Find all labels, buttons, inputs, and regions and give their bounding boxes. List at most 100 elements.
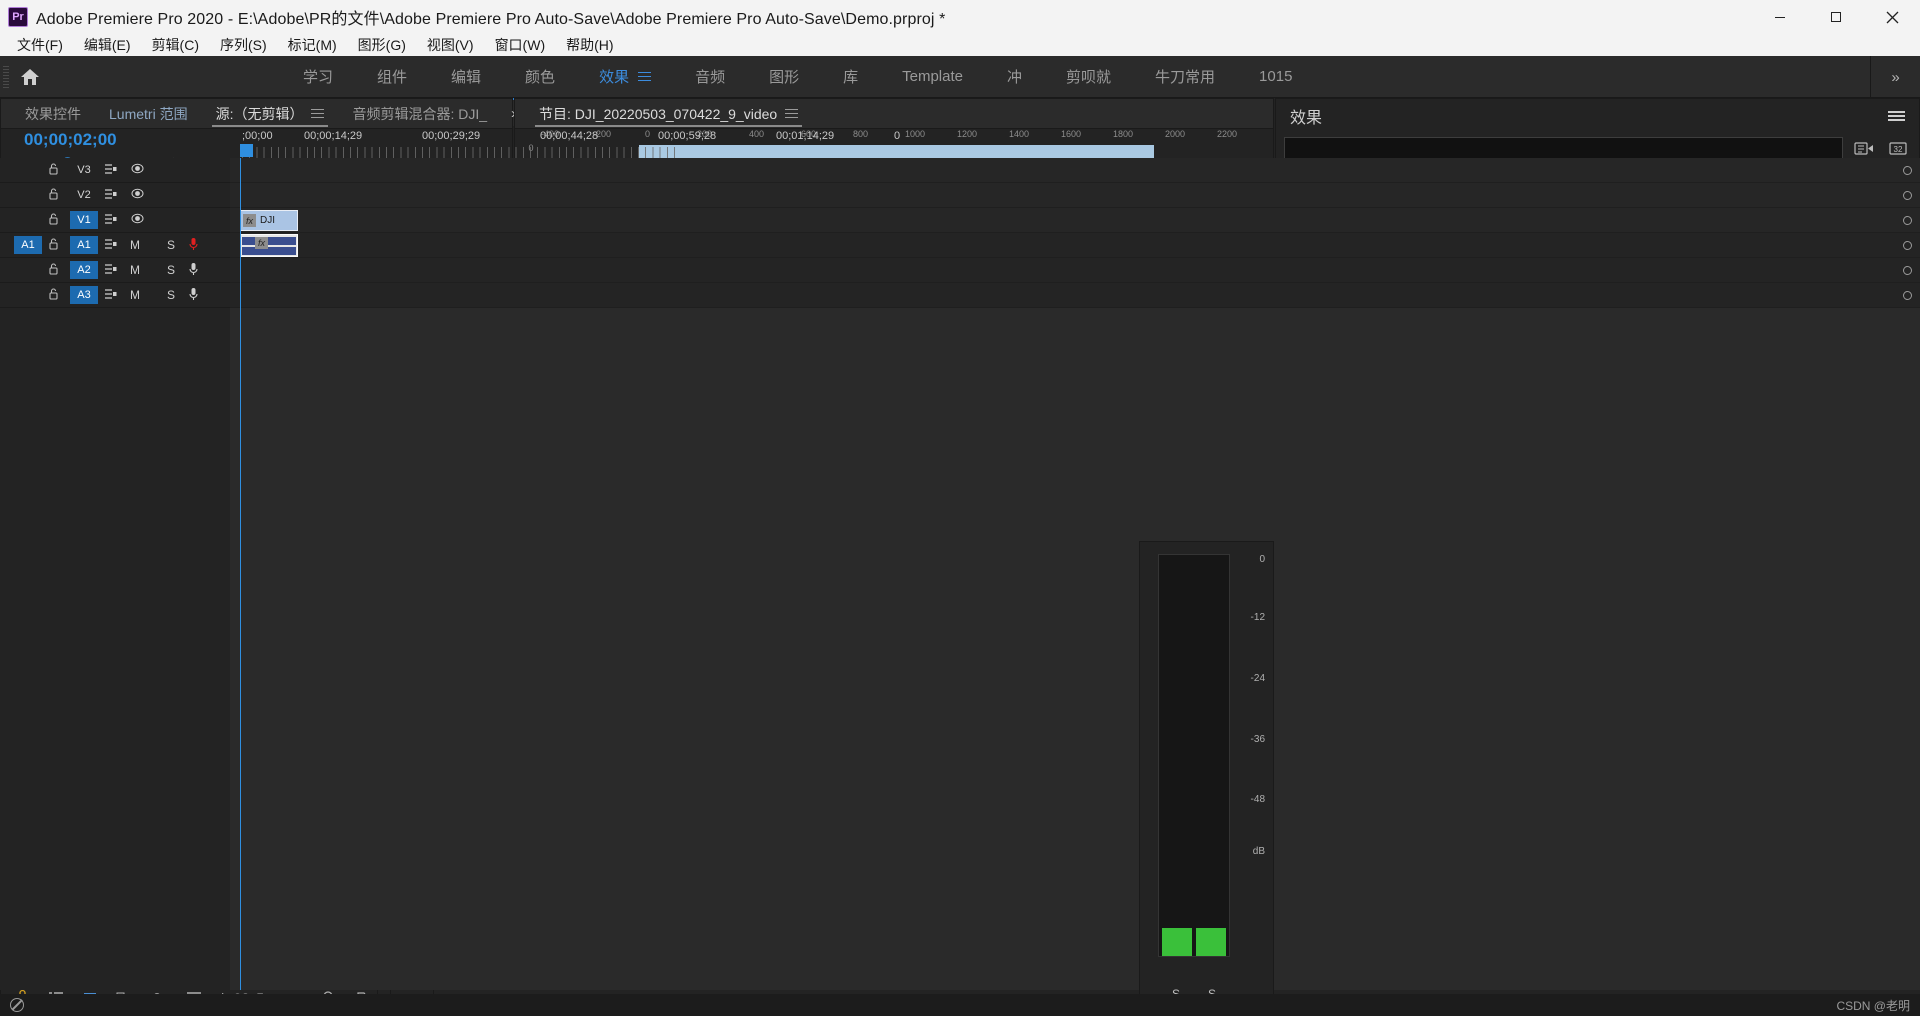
menu-sequence[interactable]: 序列(S) bbox=[211, 34, 276, 56]
workspace-tab-chong[interactable]: 冲 bbox=[985, 56, 1044, 98]
track-name-v2[interactable]: V2 bbox=[70, 186, 98, 204]
home-icon[interactable] bbox=[9, 67, 51, 87]
waveform bbox=[242, 237, 296, 245]
timeline-playhead-timecode[interactable]: 00;00;02;00 bbox=[24, 130, 117, 150]
workspace-tab-libraries[interactable]: 库 bbox=[821, 56, 880, 98]
track-lane-a1[interactable]: fx bbox=[230, 233, 1920, 258]
workspace-tab-template[interactable]: Template bbox=[880, 56, 985, 98]
menu-help[interactable]: 帮助(H) bbox=[557, 34, 622, 56]
track-lane-v1[interactable]: fx DJI bbox=[230, 208, 1920, 233]
track-sync-lock-icon[interactable] bbox=[104, 163, 117, 178]
tab-effect-controls[interactable]: 效果控件 bbox=[11, 99, 95, 129]
timeline-tracks-area[interactable]: fx DJI fx bbox=[230, 158, 1920, 990]
track-keyframe-dot[interactable] bbox=[1903, 191, 1912, 200]
menu-graphics[interactable]: 图形(G) bbox=[349, 34, 415, 56]
workspace-tab-editing[interactable]: 编辑 bbox=[429, 56, 503, 98]
hamburger-icon[interactable] bbox=[785, 106, 799, 121]
track-solo-button[interactable]: S bbox=[167, 238, 175, 252]
track-header-a3[interactable]: A3 M S bbox=[0, 283, 230, 308]
menu-window[interactable]: 窗口(W) bbox=[486, 34, 555, 56]
lock-icon[interactable] bbox=[48, 162, 59, 178]
close-button[interactable] bbox=[1864, 0, 1920, 34]
track-lane-a2[interactable] bbox=[230, 258, 1920, 283]
track-visibility-icon[interactable] bbox=[131, 213, 144, 227]
maximize-button[interactable] bbox=[1808, 0, 1864, 34]
track-name-v1[interactable]: V1 bbox=[70, 211, 98, 229]
title-bar: Pr Adobe Premiere Pro 2020 - E:\Adobe\PR… bbox=[0, 0, 1920, 34]
track-header-v3[interactable]: V3 bbox=[0, 158, 230, 183]
workspace-tab-niudao[interactable]: 牛刀常用 bbox=[1133, 56, 1237, 98]
track-name-a3[interactable]: A3 bbox=[70, 286, 98, 304]
track-header-a2[interactable]: A2 M S bbox=[0, 258, 230, 283]
track-mute-button[interactable]: M bbox=[130, 288, 140, 302]
track-lane-v2[interactable] bbox=[230, 183, 1920, 208]
track-header-v2[interactable]: V2 bbox=[0, 183, 230, 208]
timeline-clip-video[interactable]: fx DJI bbox=[240, 210, 298, 231]
menu-marker[interactable]: 标记(M) bbox=[279, 34, 346, 56]
accelerated-effects-icon[interactable] bbox=[1851, 137, 1877, 159]
ruler-tick-label: 2200 bbox=[1217, 129, 1238, 139]
track-record-icon[interactable] bbox=[188, 262, 199, 279]
track-keyframe-dot[interactable] bbox=[1903, 266, 1912, 275]
tab-program-monitor[interactable]: 节目: DJI_20220503_070422_9_video bbox=[525, 99, 812, 129]
source-patch-a1[interactable]: A1 bbox=[14, 236, 42, 254]
effects-search-wrapper bbox=[1284, 137, 1843, 159]
track-name-a1[interactable]: A1 bbox=[70, 236, 98, 254]
tab-audio-clip-mixer[interactable]: 音频剪辑混合器: DJI_ bbox=[338, 99, 501, 129]
workspace-overflow-button[interactable]: » bbox=[1870, 56, 1920, 98]
track-sync-lock-icon[interactable] bbox=[104, 238, 117, 253]
track-visibility-icon[interactable] bbox=[131, 163, 144, 177]
track-sync-lock-icon[interactable] bbox=[104, 188, 117, 203]
menu-clip[interactable]: 剪辑(C) bbox=[143, 34, 208, 56]
track-lane-a3[interactable] bbox=[230, 283, 1920, 308]
effects-search-input[interactable] bbox=[1284, 137, 1843, 159]
workspace-tab-audio[interactable]: 音频 bbox=[673, 56, 747, 98]
menu-edit[interactable]: 编辑(E) bbox=[75, 34, 140, 56]
track-lane-v3[interactable] bbox=[230, 158, 1920, 183]
track-record-icon[interactable] bbox=[188, 287, 199, 304]
workspace-tab-assembly[interactable]: 组件 bbox=[355, 56, 429, 98]
track-sync-lock-icon[interactable] bbox=[104, 263, 117, 278]
hamburger-icon[interactable] bbox=[638, 69, 652, 84]
track-keyframe-dot[interactable] bbox=[1903, 166, 1912, 175]
track-keyframe-dot[interactable] bbox=[1903, 291, 1912, 300]
lock-icon[interactable] bbox=[48, 262, 59, 278]
workspace-tab-graphics[interactable]: 图形 bbox=[747, 56, 821, 98]
menu-view[interactable]: 视图(V) bbox=[418, 34, 483, 56]
timeline-ruler-label: ;00;00 bbox=[242, 130, 273, 142]
track-visibility-icon[interactable] bbox=[131, 188, 144, 202]
track-header-a1[interactable]: A1 A1 M S bbox=[0, 233, 230, 258]
timeline-playhead[interactable] bbox=[240, 158, 241, 990]
tab-lumetri-scopes[interactable]: Lumetri 范围 bbox=[95, 99, 202, 129]
minimize-button[interactable] bbox=[1752, 0, 1808, 34]
lock-icon[interactable] bbox=[48, 212, 59, 228]
track-sync-lock-icon[interactable] bbox=[104, 288, 117, 303]
workspace-tab-jianbeijiu[interactable]: 剪呗就 bbox=[1044, 56, 1133, 98]
track-name-a2[interactable]: A2 bbox=[70, 261, 98, 279]
track-mute-button[interactable]: M bbox=[130, 238, 140, 252]
tab-source[interactable]: 源:（无剪辑） bbox=[202, 99, 339, 129]
playhead-handle[interactable] bbox=[240, 144, 253, 157]
timeline-clip-audio[interactable]: fx bbox=[240, 234, 298, 257]
track-sync-lock-icon[interactable] bbox=[104, 213, 117, 228]
workspace-tab-learn[interactable]: 学习 bbox=[281, 56, 355, 98]
track-keyframe-dot[interactable] bbox=[1903, 241, 1912, 250]
track-keyframe-dot[interactable] bbox=[1903, 216, 1912, 225]
track-record-icon[interactable] bbox=[188, 237, 199, 254]
workspace-tab-color[interactable]: 颜色 bbox=[503, 56, 577, 98]
tab-source-label: 源:（无剪辑） bbox=[215, 105, 304, 122]
lock-icon[interactable] bbox=[48, 237, 59, 253]
32-bit-color-icon[interactable]: 32 bbox=[1885, 137, 1911, 159]
track-header-v1[interactable]: V1 bbox=[0, 208, 230, 233]
hamburger-icon[interactable] bbox=[311, 106, 325, 121]
workspace-tab-effects[interactable]: 效果 bbox=[577, 56, 673, 98]
menu-file[interactable]: 文件(F) bbox=[8, 34, 72, 56]
lock-icon[interactable] bbox=[48, 187, 59, 203]
workspace-tab-1015[interactable]: 1015 bbox=[1237, 56, 1314, 98]
track-mute-button[interactable]: M bbox=[130, 263, 140, 277]
track-solo-button[interactable]: S bbox=[167, 263, 175, 277]
lock-icon[interactable] bbox=[48, 287, 59, 303]
hamburger-icon[interactable] bbox=[1888, 109, 1905, 124]
track-name-v3[interactable]: V3 bbox=[70, 161, 98, 179]
track-solo-button[interactable]: S bbox=[167, 288, 175, 302]
